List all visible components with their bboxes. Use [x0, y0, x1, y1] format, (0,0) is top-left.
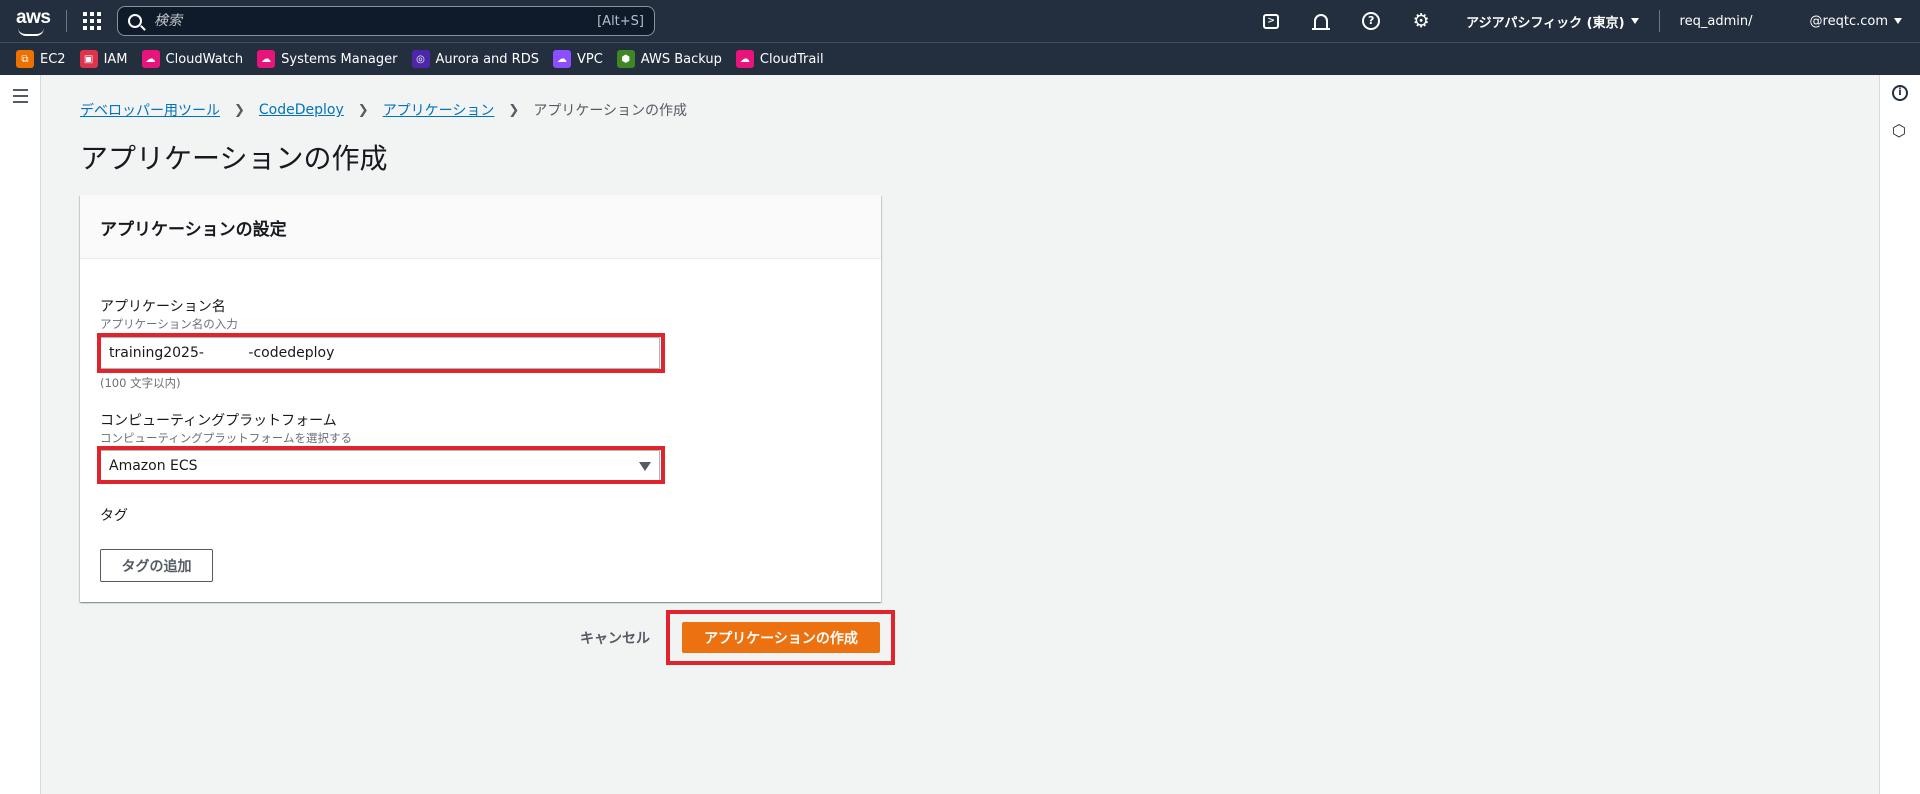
iam-icon: ▣: [79, 50, 98, 68]
region-selector[interactable]: アジアパシフィック (東京): [1446, 12, 1658, 31]
help-icon: ?: [1362, 12, 1381, 30]
favorites-bar: ⧉ EC2 ▣ IAM ☁ CloudWatch ☁ Systems Manag…: [0, 42, 1920, 75]
menu-icon[interactable]: [13, 89, 28, 107]
systems-manager-icon: ☁: [257, 50, 276, 68]
breadcrumb-applications[interactable]: アプリケーション: [383, 100, 495, 120]
cloudshell-icon: >: [1263, 13, 1280, 29]
favorite-label: VPC: [576, 51, 603, 67]
right-rail: i ⬡: [1879, 75, 1920, 794]
favorite-iam[interactable]: ▣ IAM: [79, 50, 128, 68]
nav-right-group: > ? ⚙ アジアパシフィック (東京) req_admin/ @reqtc.c…: [1246, 0, 1920, 42]
highlight-platform: [97, 446, 665, 484]
panel-title: アプリケーションの設定: [80, 195, 881, 259]
gear-icon: ⚙: [1412, 10, 1430, 32]
app-name-description: アプリケーション名の入力: [100, 317, 238, 331]
notifications-button[interactable]: [1296, 0, 1346, 42]
aws-logo-text: aws: [16, 7, 51, 28]
cloudwatch-icon: ☁: [141, 50, 160, 68]
search-input[interactable]: [154, 13, 598, 29]
highlight-app-name: [97, 333, 665, 373]
favorite-ec2[interactable]: ⧉ EC2: [16, 50, 66, 68]
search-icon: [128, 14, 142, 28]
cancel-button[interactable]: キャンセル: [580, 628, 650, 648]
favorite-aws-backup[interactable]: ⬢ AWS Backup: [616, 50, 722, 68]
page-title: アプリケーションの作成: [80, 142, 388, 175]
create-application-button[interactable]: アプリケーションの作成: [682, 622, 880, 653]
ec2-icon: ⧉: [16, 50, 34, 68]
favorite-label: CloudWatch: [165, 51, 244, 67]
cloudtrail-icon: ☁: [735, 50, 754, 68]
divider: [66, 10, 67, 32]
tags-label: タグ: [100, 508, 128, 524]
breadcrumb-current: アプリケーションの作成: [533, 103, 688, 119]
bell-icon: [1312, 14, 1331, 30]
help-button[interactable]: ?: [1346, 0, 1396, 42]
favorite-cloudwatch[interactable]: ☁ CloudWatch: [141, 50, 244, 68]
favorite-label: Systems Manager: [281, 51, 398, 67]
services-grid-icon[interactable]: [83, 12, 101, 30]
vpc-icon: ☁: [552, 50, 571, 68]
favorite-cloudtrail[interactable]: ☁ CloudTrail: [735, 50, 824, 68]
caret-down-icon: [1630, 18, 1639, 24]
platform-label: コンピューティングプラットフォーム: [100, 413, 337, 429]
caret-down-icon: [1894, 18, 1902, 24]
settings-button[interactable]: ⚙: [1396, 0, 1446, 42]
top-navigation: aws [Alt+S] > ? ⚙ アジアパシフィック (東京) req_adm…: [0, 0, 1920, 42]
breadcrumb-developer-tools[interactable]: デベロッパー用ツール: [80, 100, 220, 120]
region-label: アジアパシフィック (東京): [1466, 15, 1625, 31]
app-name-label: アプリケーション名: [100, 299, 226, 315]
favorite-label: CloudTrail: [759, 51, 824, 67]
search-bar[interactable]: [Alt+S]: [117, 6, 655, 36]
favorite-label: EC2: [40, 51, 66, 67]
breadcrumb: デベロッパー用ツール ❯ CodeDeploy ❯ アプリケーション ❯ アプリ…: [80, 100, 687, 120]
breadcrumb-codedeploy[interactable]: CodeDeploy: [259, 102, 344, 118]
account-menu[interactable]: @reqtc.com: [1810, 14, 1920, 29]
app-name-hint: (100 文字以内): [100, 376, 181, 390]
cloudshell-button[interactable]: >: [1246, 0, 1296, 42]
favorite-systems-manager[interactable]: ☁ Systems Manager: [257, 50, 398, 68]
search-shortcut: [Alt+S]: [597, 13, 644, 29]
favorite-vpc[interactable]: ☁ VPC: [552, 50, 603, 68]
favorite-aurora-rds[interactable]: ◎ Aurora and RDS: [411, 50, 539, 68]
chevron-right-icon: ❯: [234, 102, 245, 118]
left-rail: [0, 75, 41, 794]
hexagon-icon[interactable]: ⬡: [1892, 121, 1906, 140]
application-settings-panel: アプリケーションの設定 アプリケーション名 アプリケーション名の入力 (100 …: [80, 195, 881, 602]
platform-description: コンピューティングプラットフォームを選択する: [100, 431, 352, 445]
backup-icon: ⬢: [616, 50, 635, 68]
chevron-right-icon: ❯: [508, 102, 520, 118]
aws-logo[interactable]: aws: [14, 6, 56, 36]
account-label: @reqtc.com: [1809, 13, 1888, 29]
chevron-right-icon: ❯: [357, 102, 369, 118]
aws-smile-icon: [18, 28, 44, 36]
info-icon[interactable]: i: [1892, 85, 1908, 101]
favorite-label: Aurora and RDS: [435, 51, 539, 67]
favorite-label: IAM: [103, 51, 128, 67]
rds-icon: ◎: [411, 50, 430, 68]
favorite-label: AWS Backup: [640, 51, 722, 67]
add-tag-button[interactable]: タグの追加: [100, 549, 213, 582]
user-label[interactable]: req_admin/: [1660, 14, 1810, 29]
